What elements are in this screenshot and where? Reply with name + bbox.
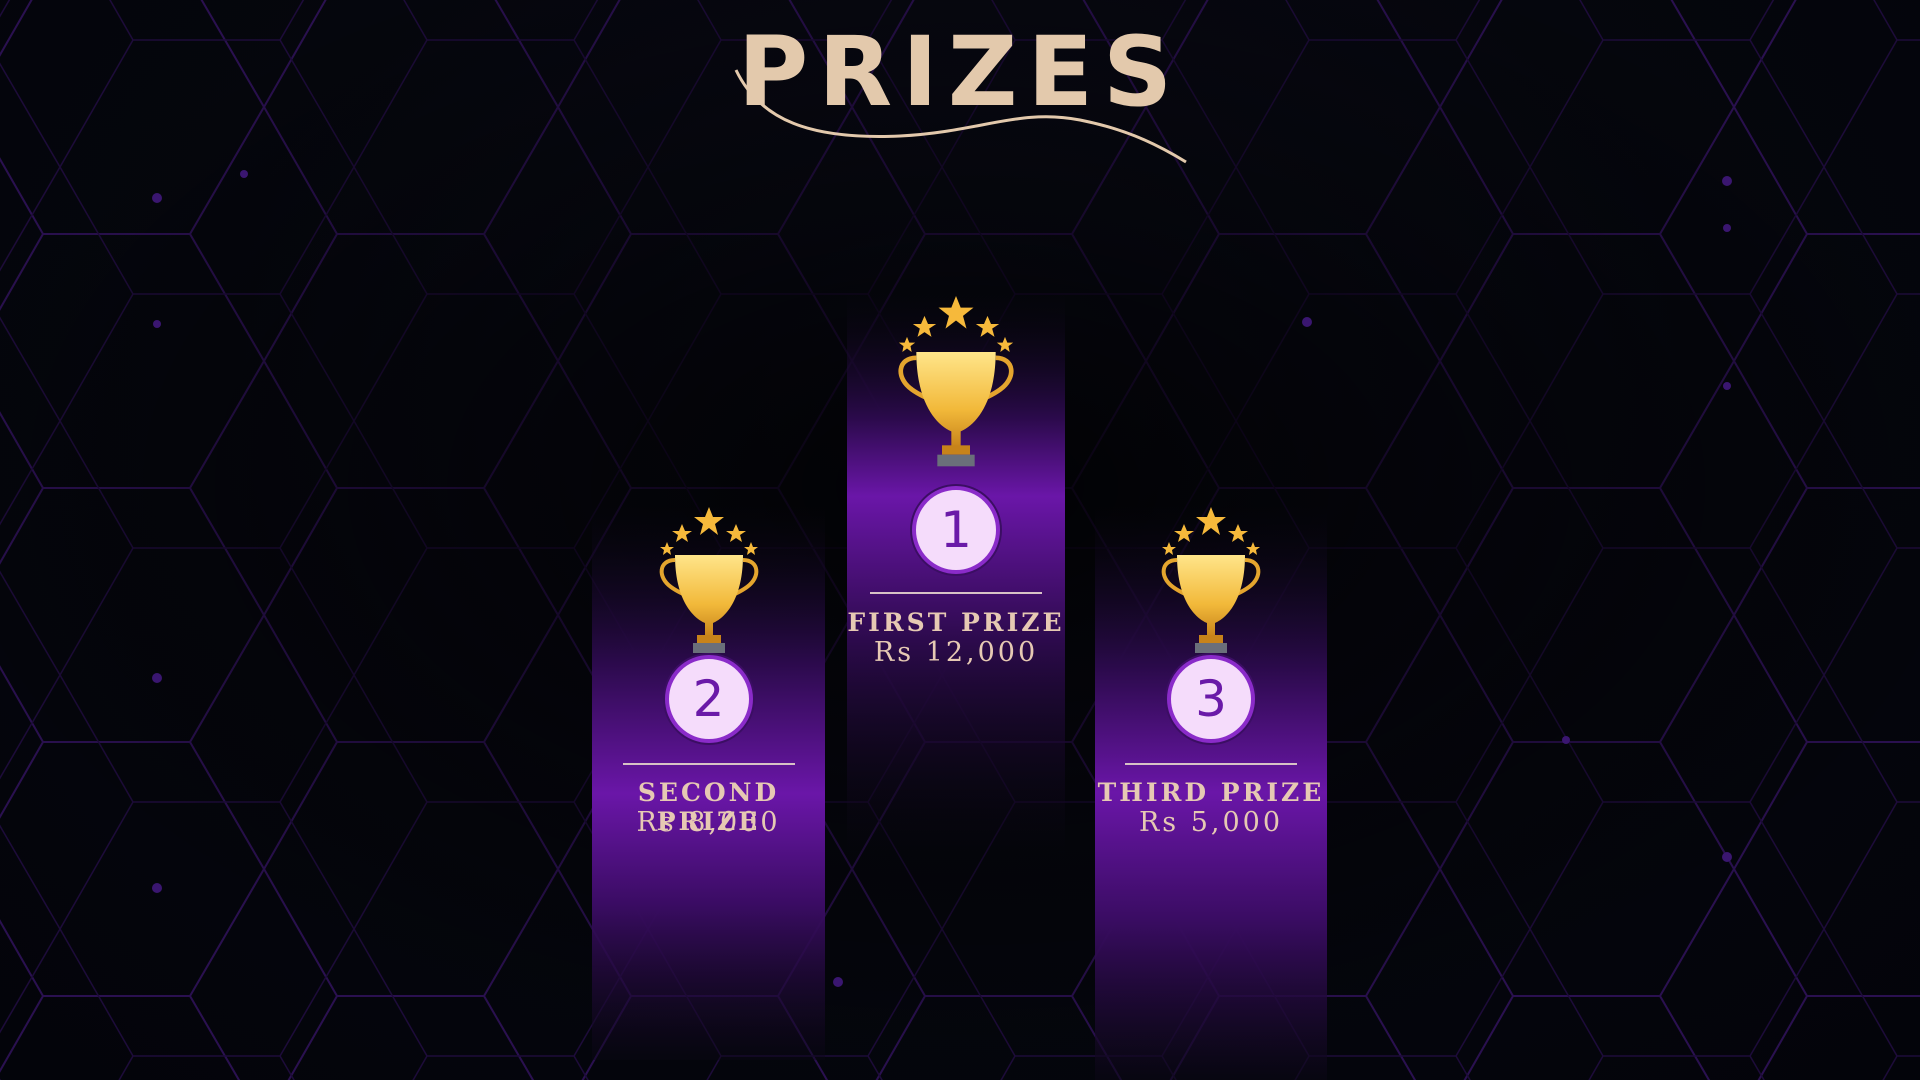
prize-divider: [870, 592, 1042, 594]
prize-amount: Rs 8,000: [636, 807, 781, 838]
prize-divider: [622, 763, 795, 765]
second-prize-pillar: 2 SECOND PRIZE Rs 8,000: [592, 505, 825, 1060]
third-prize-pillar: 3 THIRD PRIZE Rs 5,000: [1095, 505, 1327, 1080]
rank-medal: 3: [1167, 655, 1255, 743]
trophy-icon: [659, 507, 758, 653]
trophy-icon: [1161, 507, 1261, 653]
first-prize-pillar: 1 FIRST PRIZE Rs 12,000: [847, 292, 1065, 860]
rank-medal: 1: [912, 486, 1000, 574]
title-banner: PRIZES: [720, 10, 1200, 170]
prize-label: THIRD PRIZE: [1097, 778, 1325, 807]
trophy-icon: [898, 296, 1014, 467]
prize-amount: Rs 12,000: [873, 637, 1039, 668]
prizes-slide: PRIZES 2 SECOND PRIZE Rs 8,000 1 FIRST P…: [0, 0, 1920, 1080]
rank-medal: 2: [664, 655, 753, 743]
title-swoosh-ornament: [734, 69, 1187, 164]
prize-amount: Rs 5,000: [1138, 807, 1284, 838]
prize-label: FIRST PRIZE: [847, 608, 1065, 637]
prize-divider: [1125, 763, 1297, 765]
